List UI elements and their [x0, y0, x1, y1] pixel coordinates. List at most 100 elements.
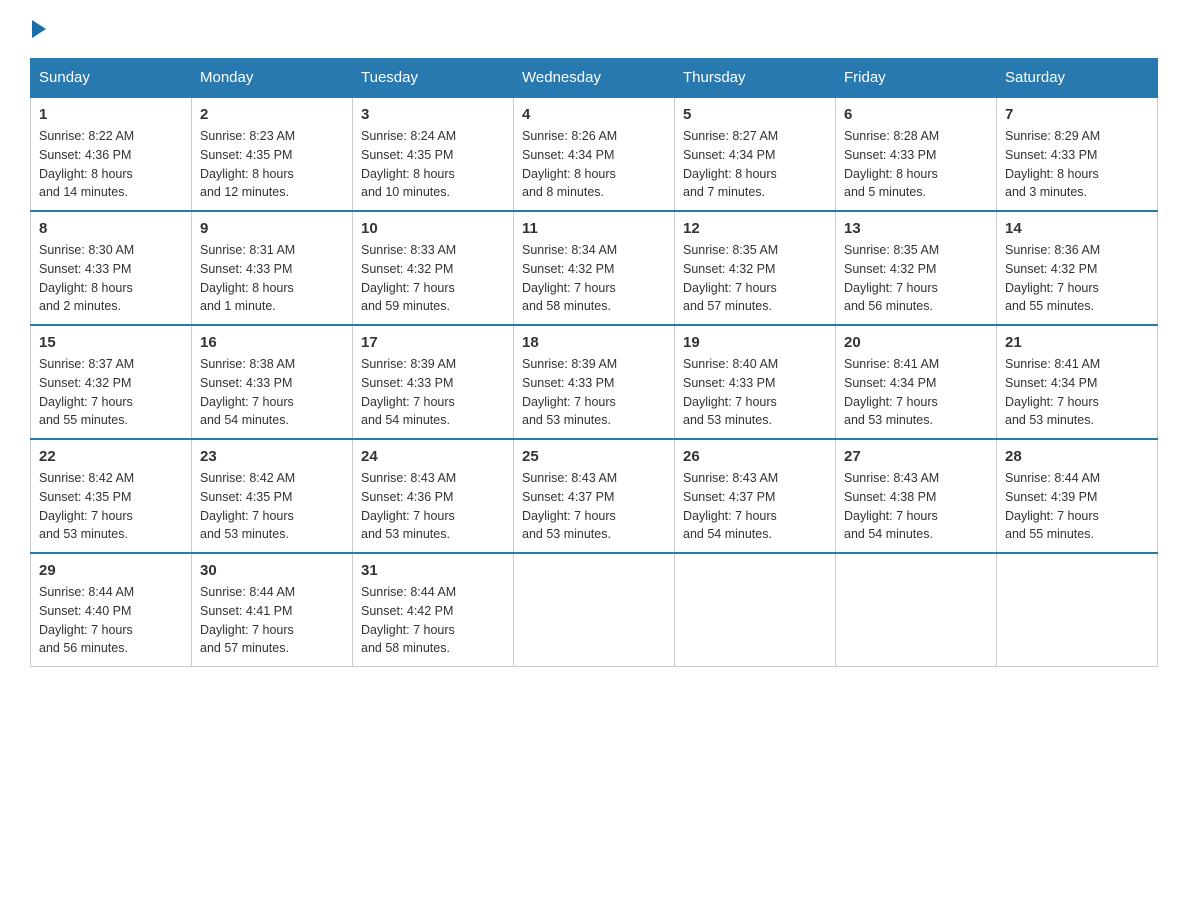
- day-info: Sunrise: 8:34 AMSunset: 4:32 PMDaylight:…: [522, 241, 666, 316]
- calendar-cell: 6 Sunrise: 8:28 AMSunset: 4:33 PMDayligh…: [836, 97, 997, 211]
- calendar-body: 1 Sunrise: 8:22 AMSunset: 4:36 PMDayligh…: [31, 97, 1158, 667]
- day-number: 11: [522, 220, 666, 237]
- day-info: Sunrise: 8:43 AMSunset: 4:38 PMDaylight:…: [844, 469, 988, 544]
- calendar-cell: 5 Sunrise: 8:27 AMSunset: 4:34 PMDayligh…: [675, 97, 836, 211]
- calendar-cell: 4 Sunrise: 8:26 AMSunset: 4:34 PMDayligh…: [514, 97, 675, 211]
- day-info: Sunrise: 8:43 AMSunset: 4:37 PMDaylight:…: [683, 469, 827, 544]
- day-number: 2: [200, 106, 344, 123]
- day-info: Sunrise: 8:30 AMSunset: 4:33 PMDaylight:…: [39, 241, 183, 316]
- calendar-cell: 24 Sunrise: 8:43 AMSunset: 4:36 PMDaylig…: [353, 439, 514, 553]
- day-number: 23: [200, 448, 344, 465]
- calendar-cell: [836, 553, 997, 667]
- weekday-header-friday: Friday: [836, 59, 997, 98]
- calendar-cell: 31 Sunrise: 8:44 AMSunset: 4:42 PMDaylig…: [353, 553, 514, 667]
- day-info: Sunrise: 8:44 AMSunset: 4:39 PMDaylight:…: [1005, 469, 1149, 544]
- calendar-cell: 30 Sunrise: 8:44 AMSunset: 4:41 PMDaylig…: [192, 553, 353, 667]
- logo-triangle-icon: [32, 20, 46, 38]
- calendar-cell: [675, 553, 836, 667]
- day-number: 26: [683, 448, 827, 465]
- calendar-cell: 8 Sunrise: 8:30 AMSunset: 4:33 PMDayligh…: [31, 211, 192, 325]
- calendar-cell: 1 Sunrise: 8:22 AMSunset: 4:36 PMDayligh…: [31, 97, 192, 211]
- calendar-cell: 11 Sunrise: 8:34 AMSunset: 4:32 PMDaylig…: [514, 211, 675, 325]
- day-info: Sunrise: 8:43 AMSunset: 4:36 PMDaylight:…: [361, 469, 505, 544]
- calendar-cell: 10 Sunrise: 8:33 AMSunset: 4:32 PMDaylig…: [353, 211, 514, 325]
- calendar-cell: 29 Sunrise: 8:44 AMSunset: 4:40 PMDaylig…: [31, 553, 192, 667]
- calendar-table: SundayMondayTuesdayWednesdayThursdayFrid…: [30, 58, 1158, 667]
- day-number: 6: [844, 106, 988, 123]
- calendar-cell: 21 Sunrise: 8:41 AMSunset: 4:34 PMDaylig…: [997, 325, 1158, 439]
- calendar-cell: 22 Sunrise: 8:42 AMSunset: 4:35 PMDaylig…: [31, 439, 192, 553]
- day-number: 4: [522, 106, 666, 123]
- weekday-header-saturday: Saturday: [997, 59, 1158, 98]
- calendar-cell: 13 Sunrise: 8:35 AMSunset: 4:32 PMDaylig…: [836, 211, 997, 325]
- calendar-cell: 3 Sunrise: 8:24 AMSunset: 4:35 PMDayligh…: [353, 97, 514, 211]
- day-info: Sunrise: 8:41 AMSunset: 4:34 PMDaylight:…: [844, 355, 988, 430]
- calendar-week-row: 29 Sunrise: 8:44 AMSunset: 4:40 PMDaylig…: [31, 553, 1158, 667]
- calendar-cell: 27 Sunrise: 8:43 AMSunset: 4:38 PMDaylig…: [836, 439, 997, 553]
- day-info: Sunrise: 8:40 AMSunset: 4:33 PMDaylight:…: [683, 355, 827, 430]
- logo: [30, 20, 48, 38]
- calendar-cell: 15 Sunrise: 8:37 AMSunset: 4:32 PMDaylig…: [31, 325, 192, 439]
- day-info: Sunrise: 8:35 AMSunset: 4:32 PMDaylight:…: [844, 241, 988, 316]
- calendar-week-row: 15 Sunrise: 8:37 AMSunset: 4:32 PMDaylig…: [31, 325, 1158, 439]
- day-info: Sunrise: 8:36 AMSunset: 4:32 PMDaylight:…: [1005, 241, 1149, 316]
- calendar-header: SundayMondayTuesdayWednesdayThursdayFrid…: [31, 59, 1158, 98]
- day-number: 7: [1005, 106, 1149, 123]
- day-number: 10: [361, 220, 505, 237]
- calendar-cell: 18 Sunrise: 8:39 AMSunset: 4:33 PMDaylig…: [514, 325, 675, 439]
- calendar-week-row: 22 Sunrise: 8:42 AMSunset: 4:35 PMDaylig…: [31, 439, 1158, 553]
- day-info: Sunrise: 8:44 AMSunset: 4:42 PMDaylight:…: [361, 583, 505, 658]
- calendar-cell: 12 Sunrise: 8:35 AMSunset: 4:32 PMDaylig…: [675, 211, 836, 325]
- day-info: Sunrise: 8:42 AMSunset: 4:35 PMDaylight:…: [200, 469, 344, 544]
- calendar-week-row: 1 Sunrise: 8:22 AMSunset: 4:36 PMDayligh…: [31, 97, 1158, 211]
- calendar-cell: 19 Sunrise: 8:40 AMSunset: 4:33 PMDaylig…: [675, 325, 836, 439]
- day-number: 30: [200, 562, 344, 579]
- weekday-header-thursday: Thursday: [675, 59, 836, 98]
- day-info: Sunrise: 8:28 AMSunset: 4:33 PMDaylight:…: [844, 127, 988, 202]
- day-number: 22: [39, 448, 183, 465]
- day-info: Sunrise: 8:37 AMSunset: 4:32 PMDaylight:…: [39, 355, 183, 430]
- day-number: 1: [39, 106, 183, 123]
- day-info: Sunrise: 8:23 AMSunset: 4:35 PMDaylight:…: [200, 127, 344, 202]
- day-number: 24: [361, 448, 505, 465]
- calendar-cell: 14 Sunrise: 8:36 AMSunset: 4:32 PMDaylig…: [997, 211, 1158, 325]
- calendar-cell: 9 Sunrise: 8:31 AMSunset: 4:33 PMDayligh…: [192, 211, 353, 325]
- calendar-cell: [514, 553, 675, 667]
- day-info: Sunrise: 8:44 AMSunset: 4:40 PMDaylight:…: [39, 583, 183, 658]
- day-number: 19: [683, 334, 827, 351]
- day-info: Sunrise: 8:24 AMSunset: 4:35 PMDaylight:…: [361, 127, 505, 202]
- weekday-header-tuesday: Tuesday: [353, 59, 514, 98]
- day-number: 3: [361, 106, 505, 123]
- page-header: [30, 20, 1158, 38]
- calendar-cell: 16 Sunrise: 8:38 AMSunset: 4:33 PMDaylig…: [192, 325, 353, 439]
- calendar-cell: 17 Sunrise: 8:39 AMSunset: 4:33 PMDaylig…: [353, 325, 514, 439]
- day-info: Sunrise: 8:22 AMSunset: 4:36 PMDaylight:…: [39, 127, 183, 202]
- day-info: Sunrise: 8:38 AMSunset: 4:33 PMDaylight:…: [200, 355, 344, 430]
- calendar-week-row: 8 Sunrise: 8:30 AMSunset: 4:33 PMDayligh…: [31, 211, 1158, 325]
- calendar-cell: 2 Sunrise: 8:23 AMSunset: 4:35 PMDayligh…: [192, 97, 353, 211]
- day-info: Sunrise: 8:44 AMSunset: 4:41 PMDaylight:…: [200, 583, 344, 658]
- day-number: 29: [39, 562, 183, 579]
- day-info: Sunrise: 8:39 AMSunset: 4:33 PMDaylight:…: [361, 355, 505, 430]
- day-info: Sunrise: 8:29 AMSunset: 4:33 PMDaylight:…: [1005, 127, 1149, 202]
- day-info: Sunrise: 8:33 AMSunset: 4:32 PMDaylight:…: [361, 241, 505, 316]
- day-info: Sunrise: 8:31 AMSunset: 4:33 PMDaylight:…: [200, 241, 344, 316]
- day-number: 27: [844, 448, 988, 465]
- day-number: 14: [1005, 220, 1149, 237]
- weekday-header-wednesday: Wednesday: [514, 59, 675, 98]
- day-info: Sunrise: 8:42 AMSunset: 4:35 PMDaylight:…: [39, 469, 183, 544]
- day-number: 9: [200, 220, 344, 237]
- calendar-cell: [997, 553, 1158, 667]
- calendar-cell: 26 Sunrise: 8:43 AMSunset: 4:37 PMDaylig…: [675, 439, 836, 553]
- day-number: 20: [844, 334, 988, 351]
- day-info: Sunrise: 8:35 AMSunset: 4:32 PMDaylight:…: [683, 241, 827, 316]
- calendar-cell: 23 Sunrise: 8:42 AMSunset: 4:35 PMDaylig…: [192, 439, 353, 553]
- day-number: 18: [522, 334, 666, 351]
- day-number: 16: [200, 334, 344, 351]
- day-info: Sunrise: 8:26 AMSunset: 4:34 PMDaylight:…: [522, 127, 666, 202]
- calendar-cell: 25 Sunrise: 8:43 AMSunset: 4:37 PMDaylig…: [514, 439, 675, 553]
- day-number: 8: [39, 220, 183, 237]
- calendar-cell: 20 Sunrise: 8:41 AMSunset: 4:34 PMDaylig…: [836, 325, 997, 439]
- weekday-header-row: SundayMondayTuesdayWednesdayThursdayFrid…: [31, 59, 1158, 98]
- day-number: 13: [844, 220, 988, 237]
